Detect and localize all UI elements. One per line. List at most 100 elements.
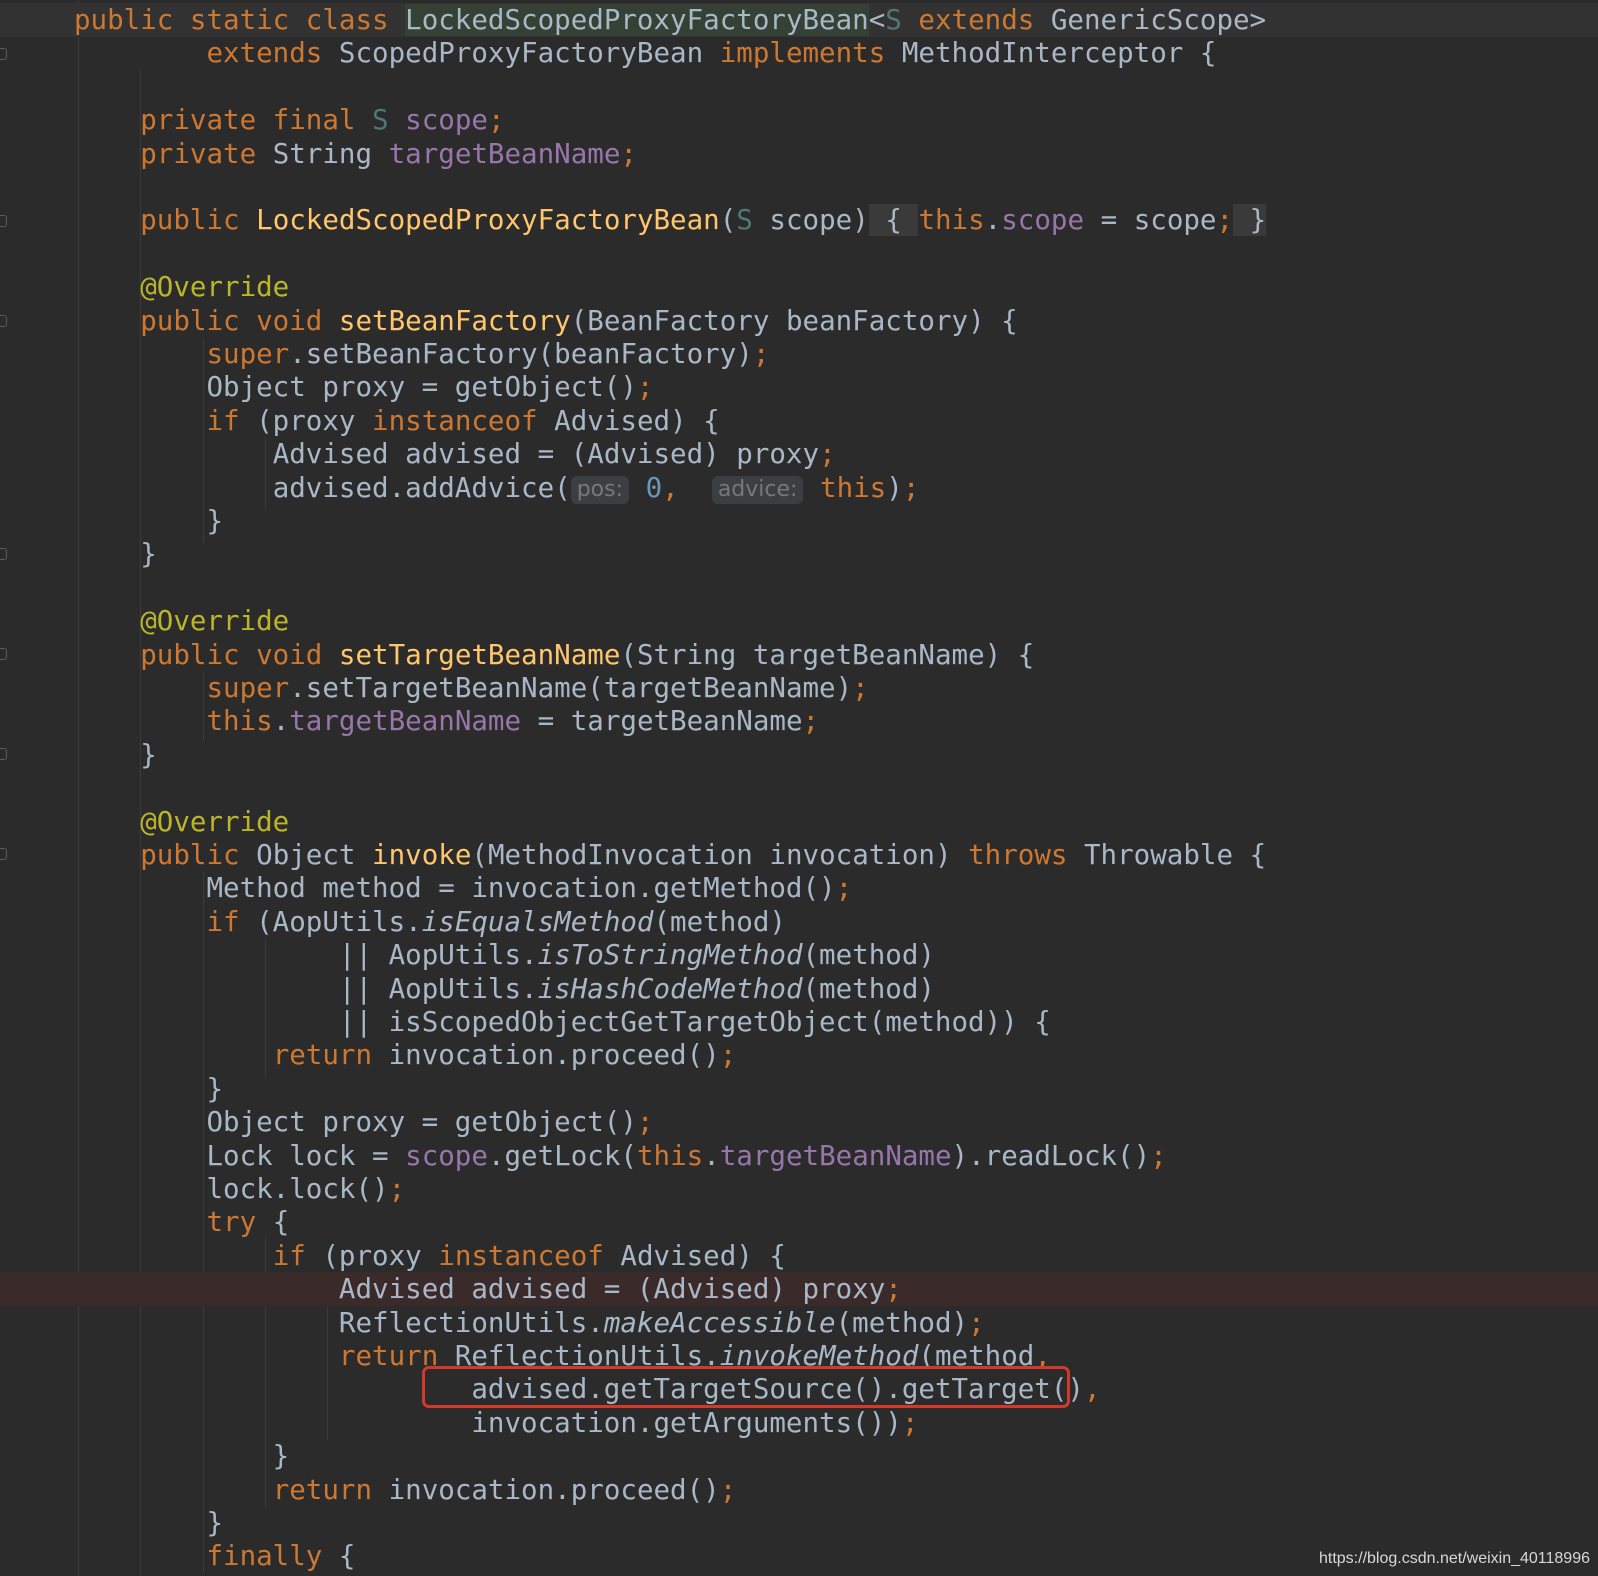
code-text: } xyxy=(74,1439,290,1473)
code-token: public void xyxy=(140,304,339,337)
code-line[interactable]: invocation.getArguments()); xyxy=(0,1406,1598,1440)
code-line[interactable]: if (proxy instanceof Advised) { xyxy=(0,1239,1598,1273)
code-line[interactable]: @Override xyxy=(0,270,1598,304)
code-token: ; xyxy=(719,1039,737,1072)
code-text: } xyxy=(74,1506,223,1540)
code-text: public LockedScopedProxyFactoryBean(S sc… xyxy=(74,203,1267,237)
code-token: invocation.proceed() xyxy=(388,1473,720,1506)
code-token: ) xyxy=(886,471,903,504)
code-text: Object proxy = getObject(); xyxy=(74,370,653,404)
code-line[interactable]: super.setTargetBeanName(targetBeanName); xyxy=(0,671,1598,705)
code-line[interactable]: super.setBeanFactory(beanFactory); xyxy=(0,337,1598,371)
code-line[interactable]: @Override xyxy=(0,805,1598,839)
code-token: return xyxy=(272,1039,389,1072)
code-token: S xyxy=(372,104,406,137)
code-text: return invocation.proceed(); xyxy=(74,1473,737,1507)
code-line[interactable] xyxy=(0,237,1598,271)
code-line[interactable]: this.targetBeanName = targetBeanName; xyxy=(0,704,1598,738)
code-line[interactable]: } xyxy=(0,504,1598,538)
code-token: || AopUtils. xyxy=(338,939,538,972)
code-line[interactable]: || AopUtils.isToStringMethod(method) xyxy=(0,938,1598,972)
code-line[interactable] xyxy=(0,771,1598,805)
code-text: || isScopedObjectGetTargetObject(method)… xyxy=(74,1005,1051,1039)
code-line[interactable]: public void setBeanFactory(BeanFactory b… xyxy=(0,304,1598,338)
code-line[interactable]: } xyxy=(0,1506,1598,1540)
code-text: @Override xyxy=(74,270,289,304)
code-line[interactable]: return invocation.proceed(); xyxy=(0,1473,1598,1507)
code-line[interactable]: ReflectionUtils.makeAccessible(method); xyxy=(0,1306,1598,1340)
code-line[interactable]: lock.lock(); xyxy=(0,1172,1598,1206)
code-text: public void setTargetBeanName(String tar… xyxy=(74,638,1034,672)
code-line[interactable]: } xyxy=(0,1439,1598,1473)
code-line[interactable]: Advised advised = (Advised) proxy; xyxy=(0,437,1598,471)
code-token: } xyxy=(74,505,224,537)
code-line[interactable]: Object proxy = getObject(); xyxy=(0,1105,1598,1139)
code-token: ; xyxy=(487,104,505,137)
code-token: super xyxy=(206,338,290,370)
code-line[interactable]: Object proxy = getObject(); xyxy=(0,370,1598,404)
code-line[interactable]: return invocation.proceed(); xyxy=(0,1038,1598,1072)
code-editor[interactable]: public static class LockedScopedProxyFac… xyxy=(0,0,1598,1576)
code-text: finally { xyxy=(74,1539,355,1573)
code-line[interactable]: if (AopUtils.isEqualsMethod(method) xyxy=(0,905,1598,939)
code-token: public xyxy=(140,839,257,871)
code-line[interactable]: Advised advised = (Advised) proxy; xyxy=(0,1272,1598,1307)
code-token: ; xyxy=(802,705,820,738)
code-line[interactable]: } xyxy=(0,1072,1598,1106)
code-line[interactable]: public void setTargetBeanName(String tar… xyxy=(0,638,1598,672)
code-line[interactable]: if (proxy instanceof Advised) { xyxy=(0,404,1598,438)
code-token: finally xyxy=(206,1540,339,1573)
code-token: (method) xyxy=(835,1306,969,1339)
code-token: (method) xyxy=(653,905,786,938)
code-token: ; xyxy=(1150,1139,1167,1172)
code-line[interactable]: Lock lock = scope.getLock(this.targetBea… xyxy=(0,1139,1598,1173)
code-line[interactable]: Method method = invocation.getMethod(); xyxy=(0,871,1598,905)
code-line[interactable]: extends ScopedProxyFactoryBean implement… xyxy=(0,36,1598,70)
code-line[interactable]: public LockedScopedProxyFactoryBean(S sc… xyxy=(0,203,1598,237)
code-text: Advised advised = (Advised) proxy; xyxy=(74,437,836,471)
code-token: } xyxy=(74,538,157,571)
code-token: ( xyxy=(719,204,737,237)
code-token: ; xyxy=(1216,204,1234,237)
code-line[interactable]: || isScopedObjectGetTargetObject(method)… xyxy=(0,1005,1598,1039)
code-text: super.setBeanFactory(beanFactory); xyxy=(74,337,769,371)
code-line[interactable]: || AopUtils.isHashCodeMethod(method) xyxy=(0,972,1598,1006)
code-line[interactable]: } xyxy=(0,537,1598,571)
code-line[interactable] xyxy=(0,170,1598,204)
code-token: } xyxy=(74,1440,290,1473)
code-line[interactable]: private String targetBeanName; xyxy=(0,137,1598,171)
code-line[interactable]: } xyxy=(0,738,1598,772)
code-line[interactable]: try { xyxy=(0,1205,1598,1239)
code-token: Lock lock = xyxy=(206,1139,406,1172)
code-token: @Override xyxy=(140,605,290,638)
code-line[interactable]: public Object invoke(MethodInvocation in… xyxy=(0,838,1598,872)
code-line[interactable]: private final S scope; xyxy=(0,103,1598,137)
code-token: { xyxy=(272,1206,290,1239)
code-token: @Override xyxy=(140,271,290,304)
code-line[interactable] xyxy=(0,571,1598,605)
code-line[interactable] xyxy=(0,70,1598,104)
code-line[interactable]: advised.addAdvice(pos: 0, advice: this); xyxy=(0,471,1598,505)
code-text: if (proxy instanceof Advised) { xyxy=(74,404,719,438)
code-line[interactable]: @Override xyxy=(0,604,1598,638)
code-token: scope xyxy=(405,104,488,137)
code-token: 0 xyxy=(645,471,663,504)
code-token: this xyxy=(918,204,985,237)
code-token: implements xyxy=(719,37,902,70)
parameter-hint: advice: xyxy=(711,475,804,504)
code-token: Advised advised = (Advised) proxy xyxy=(272,438,820,471)
code-token: LockedScopedProxyFactoryBean xyxy=(256,204,720,237)
code-token: .setTargetBeanName(targetBeanName) xyxy=(289,672,853,704)
code-token: ; xyxy=(752,338,770,370)
code-line[interactable]: public static class LockedScopedProxyFac… xyxy=(0,3,1598,37)
